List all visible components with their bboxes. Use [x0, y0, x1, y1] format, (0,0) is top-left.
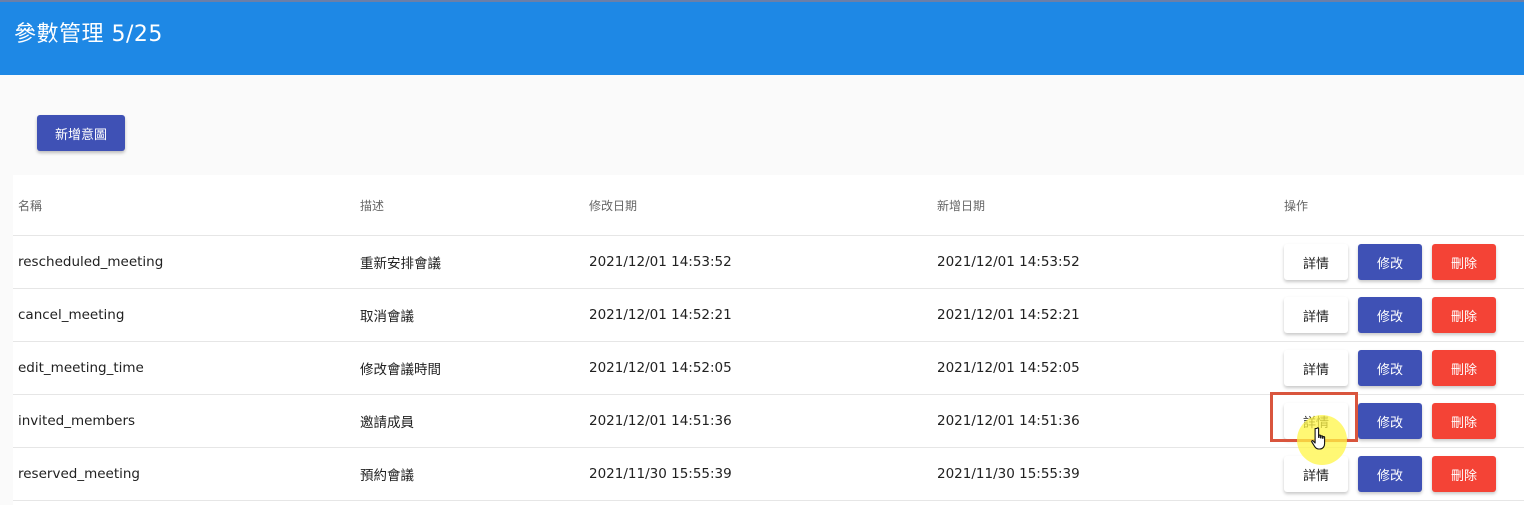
column-header-name[interactable]: 名稱 — [18, 175, 42, 235]
row-created-date: 2021/12/01 14:52:21 — [937, 307, 1080, 323]
row-name: rescheduled_meeting — [18, 254, 164, 270]
row-modified-date: 2021/12/01 14:52:05 — [589, 360, 732, 376]
row-created-date: 2021/11/30 15:55:39 — [937, 466, 1080, 482]
row-name: edit_meeting_time — [18, 360, 144, 376]
detail-button[interactable]: 詳情 — [1284, 297, 1348, 333]
row-description: 邀請成員 — [360, 415, 414, 431]
add-intent-button[interactable]: 新增意圖 — [37, 115, 125, 151]
hand-pointer-icon — [1311, 427, 1326, 450]
row-name: reserved_meeting — [18, 466, 140, 482]
row-modified-date: 2021/12/01 14:53:52 — [589, 254, 732, 270]
delete-button[interactable]: 刪除 — [1432, 350, 1496, 386]
row-description: 修改會議時間 — [360, 362, 441, 378]
page-title: 參數管理 5/25 — [14, 22, 163, 47]
table-header-row: 名稱 描述 修改日期 新增日期 操作 — [13, 175, 1524, 236]
column-header-actions: 操作 — [1284, 198, 1309, 213]
column-header-description[interactable]: 描述 — [360, 175, 384, 235]
row-description: 重新安排會議 — [360, 256, 441, 272]
detail-button[interactable]: 詳情 — [1284, 350, 1348, 386]
edit-button[interactable]: 修改 — [1358, 244, 1422, 280]
row-created-date: 2021/12/01 14:53:52 — [937, 254, 1080, 270]
row-created-date: 2021/12/01 14:51:36 — [937, 413, 1080, 429]
table-row: rescheduled_meeting 重新安排會議 2021/12/01 14… — [13, 236, 1524, 289]
table-row: cancel_meeting 取消會議 2021/12/01 14:52:21 … — [13, 289, 1524, 342]
column-header-modified[interactable]: 修改日期 — [589, 175, 637, 235]
row-modified-date: 2021/12/01 14:52:21 — [589, 307, 732, 323]
table-row: edit_meeting_time 修改會議時間 2021/12/01 14:5… — [13, 342, 1524, 395]
delete-button[interactable]: 刪除 — [1432, 244, 1496, 280]
row-name: invited_members — [18, 413, 136, 429]
delete-button[interactable]: 刪除 — [1432, 456, 1496, 492]
row-modified-date: 2021/12/01 14:51:36 — [589, 413, 732, 429]
row-description: 預約會議 — [360, 468, 414, 484]
row-name: cancel_meeting — [18, 307, 125, 323]
row-created-date: 2021/12/01 14:52:05 — [937, 360, 1080, 376]
detail-button[interactable]: 詳情 — [1284, 244, 1348, 280]
edit-button[interactable]: 修改 — [1358, 403, 1422, 439]
edit-button[interactable]: 修改 — [1358, 350, 1422, 386]
app-header: 參數管理 5/25 — [0, 2, 1524, 75]
edit-button[interactable]: 修改 — [1358, 297, 1422, 333]
table-row: reserved_meeting 預約會議 2021/11/30 15:55:3… — [13, 448, 1524, 501]
row-modified-date: 2021/11/30 15:55:39 — [589, 466, 732, 482]
delete-button[interactable]: 刪除 — [1432, 297, 1496, 333]
delete-button[interactable]: 刪除 — [1432, 403, 1496, 439]
column-header-created[interactable]: 新增日期 — [937, 175, 985, 235]
row-description: 取消會議 — [360, 309, 414, 325]
parameters-table: 名稱 描述 修改日期 新增日期 操作 rescheduled_meeting 重… — [13, 175, 1524, 505]
edit-button[interactable]: 修改 — [1358, 456, 1422, 492]
